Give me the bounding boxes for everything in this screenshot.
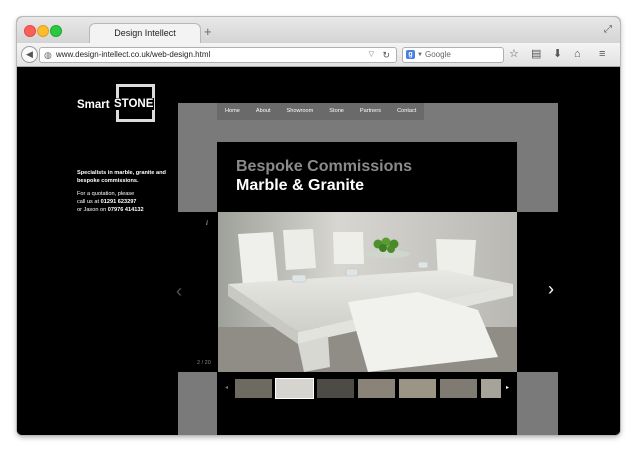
- bookmark-star-icon[interactable]: ☆: [509, 47, 519, 61]
- hero-title-primary: Bespoke Commissions: [236, 158, 413, 175]
- thumbnails-next-icon[interactable]: ▸: [506, 384, 509, 391]
- fullscreen-icon[interactable]: ⤢: [604, 24, 612, 35]
- bookmarks-list-icon[interactable]: ▤: [531, 47, 541, 61]
- thumbnail-6[interactable]: [440, 379, 477, 398]
- thumbnail-3[interactable]: [317, 379, 354, 398]
- browser-tab[interactable]: Design Intellect: [89, 23, 201, 44]
- new-tab-button[interactable]: +: [204, 24, 212, 40]
- slide-counter: 2 / 20: [197, 360, 211, 366]
- contact-line2-prefix: call us at: [77, 199, 101, 205]
- site-logo[interactable]: Smart STONE: [77, 84, 162, 126]
- thumbnail-strip: ◂ ▸: [218, 372, 517, 402]
- search-placeholder: Google: [425, 50, 451, 59]
- search-input[interactable]: g ▼ Google: [402, 47, 504, 63]
- nav-partners[interactable]: Partners: [352, 103, 389, 120]
- previous-slide-icon[interactable]: ‹: [176, 281, 182, 302]
- marble-table-photo: [218, 212, 517, 372]
- hero-title-secondary: Marble & Granite: [236, 177, 365, 194]
- navigation-toolbar: ◀ ◍ www.design-intellect.co.uk/web-desig…: [17, 43, 620, 67]
- contact-line2: call us at 01291 623297: [77, 198, 177, 206]
- url-text: www.design-intellect.co.uk/web-design.ht…: [56, 50, 211, 59]
- contact-line1: For a quotation, please: [77, 191, 135, 197]
- reload-icon[interactable]: ↻: [382, 48, 390, 62]
- thumbnail-5[interactable]: [399, 379, 436, 398]
- browser-window: Design Intellect + ⤢ ◀ ◍ www.design-inte…: [17, 17, 620, 435]
- contact-line3-prefix: or Jason on: [77, 207, 108, 213]
- phone-1: 01291 623297: [100, 199, 137, 205]
- nav-home[interactable]: Home: [217, 103, 248, 120]
- chevron-down-icon[interactable]: ▼: [417, 48, 423, 62]
- maximize-window-button[interactable]: [50, 25, 62, 37]
- contact-line3: or Jason on 07976 414132: [77, 206, 177, 214]
- tagline: Specialists in marble, granite and bespo…: [77, 170, 166, 184]
- menu-icon[interactable]: ≡: [599, 47, 605, 61]
- minimize-window-button[interactable]: [37, 25, 49, 37]
- nav-contact[interactable]: Contact: [389, 103, 424, 120]
- close-window-button[interactable]: [24, 25, 36, 37]
- download-icon[interactable]: ⬇: [553, 47, 562, 61]
- home-icon[interactable]: ⌂: [574, 47, 581, 61]
- nav-showroom[interactable]: Showroom: [279, 103, 322, 120]
- globe-icon: ◍: [44, 50, 52, 60]
- logo-stone-text: STONE: [113, 98, 155, 110]
- main-nav: Home About Showroom Stone Partners Conta…: [217, 103, 425, 120]
- title-bar: Design Intellect + ⤢: [17, 17, 620, 44]
- slider-left-band: [178, 212, 217, 372]
- url-dropdown-icon[interactable]: ▽: [369, 48, 374, 62]
- nav-about[interactable]: About: [248, 103, 279, 120]
- next-slide-icon[interactable]: ›: [548, 279, 554, 300]
- back-button[interactable]: ◀: [21, 46, 38, 63]
- address-bar[interactable]: ◍ www.design-intellect.co.uk/web-design.…: [39, 47, 397, 63]
- thumbnail-2[interactable]: [275, 378, 314, 399]
- logo-smart-text: Smart: [77, 99, 110, 111]
- thumbnails-previous-icon[interactable]: ◂: [225, 384, 228, 391]
- thumbnail-1[interactable]: [235, 379, 272, 398]
- nav-stone[interactable]: Stone: [321, 103, 352, 120]
- web-page: Smart STONE Specialists in marble, grani…: [17, 67, 620, 435]
- slide-image: [218, 212, 517, 372]
- thumbnail-7[interactable]: [481, 379, 501, 398]
- google-icon[interactable]: g: [406, 50, 415, 59]
- contact-info: For a quotation, please call us at 01291…: [77, 190, 177, 214]
- phone-2: 07976 414132: [107, 207, 144, 213]
- thumbnail-4[interactable]: [358, 379, 395, 398]
- info-icon[interactable]: i: [206, 219, 208, 227]
